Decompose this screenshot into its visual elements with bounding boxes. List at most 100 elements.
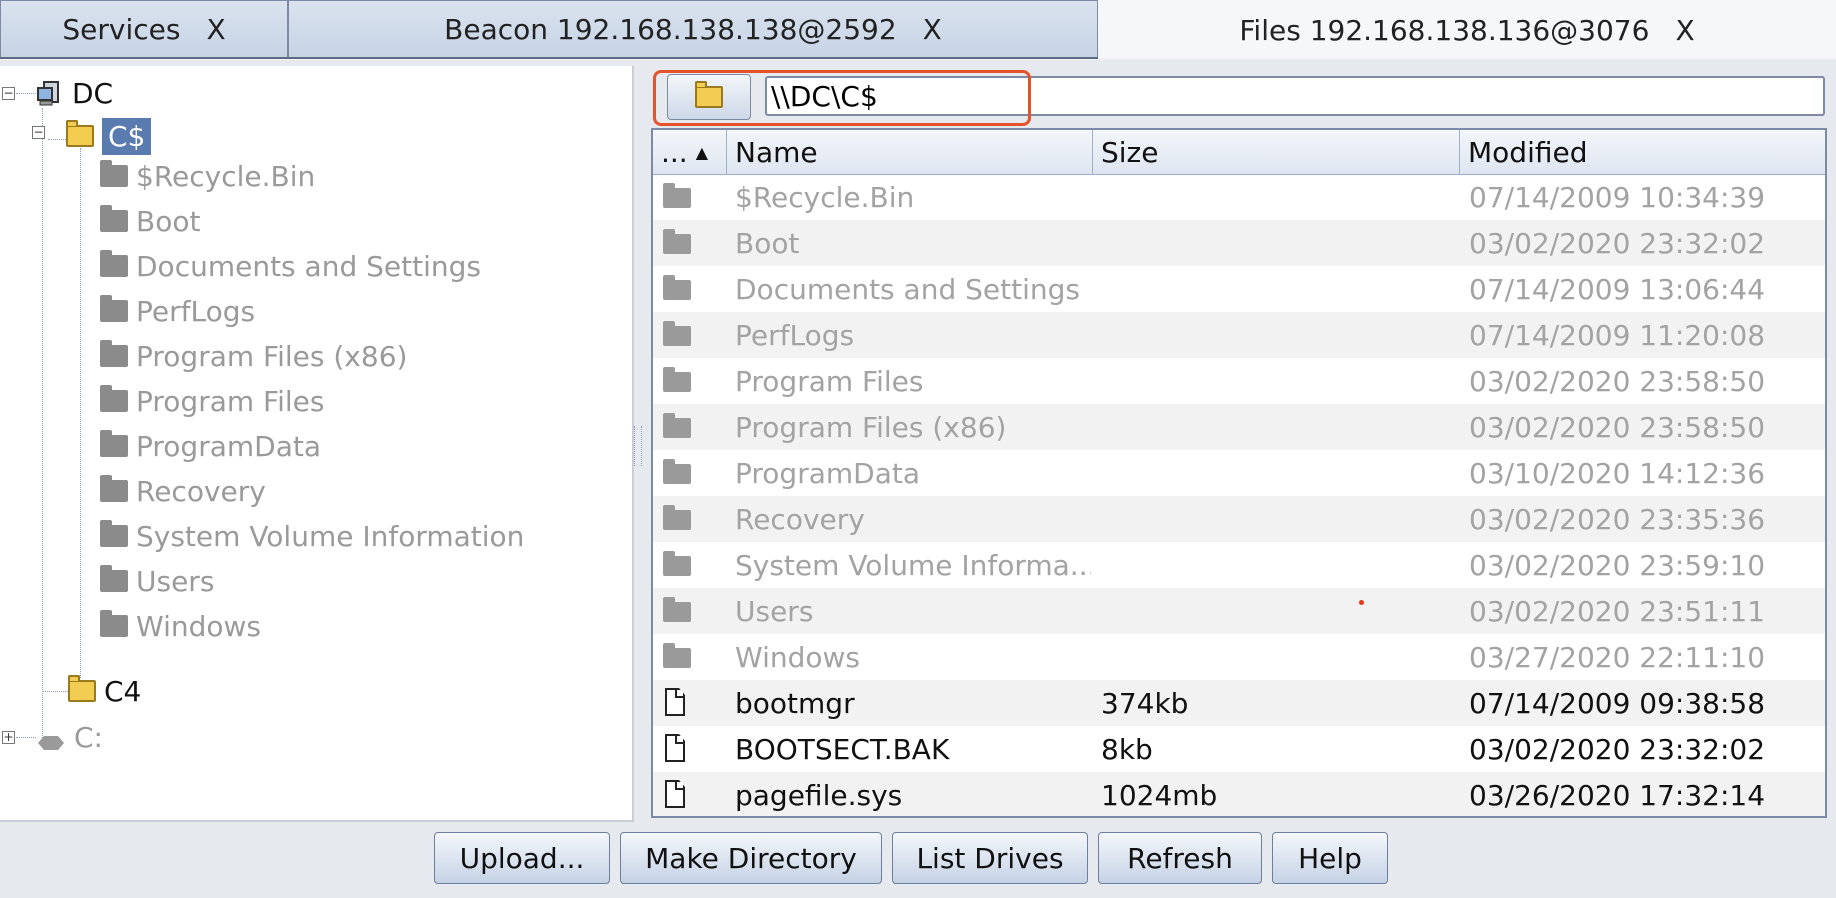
tree-line [48,139,68,140]
tree-item[interactable]: Program Files [100,381,324,421]
folder-icon [68,675,96,702]
table-row[interactable]: Program Files (x86) 03/02/2020 23:58:50 [653,404,1825,450]
cell-modified: 07/14/2009 11:20:08 [1469,318,1766,352]
folder-tree[interactable]: − DC − C$ $Recycle.Bin Boot Documents an… [0,66,634,822]
file-table[interactable]: ... ▲ Name Size Modified $Recycle.Bin 07/… [651,128,1827,818]
tree-item-label: Documents and Settings [136,249,481,283]
cell-name: Documents and Settings [735,272,1080,306]
folder-icon [100,205,128,232]
help-button[interactable]: Help [1272,832,1388,884]
tree-item-label: Recovery [136,474,266,508]
list-drives-button[interactable]: List Drives [892,832,1088,884]
tab-bar: Services X Beacon 192.168.138.138@2592 X… [0,0,1836,60]
tree-item[interactable]: System Volume Information [100,516,524,556]
tree-node-c4[interactable]: C4 [68,671,141,711]
cell-modified: 07/14/2009 10:34:39 [1469,180,1766,214]
table-row[interactable]: System Volume Informa... 03/02/2020 23:59… [653,542,1825,588]
table-row[interactable]: bootmgr 374kb 07/14/2009 09:38:58 [653,680,1825,726]
cell-name: Program Files [735,364,924,398]
table-row[interactable]: Documents and Settings 07/14/2009 13:06:4… [653,266,1825,312]
tree-item[interactable]: Windows [100,606,261,646]
browse-folder-button[interactable] [667,74,751,120]
path-input[interactable] [765,76,1825,116]
folder-icon [663,413,691,438]
tree-item[interactable]: $Recycle.Bin [100,156,315,196]
tree-item[interactable]: Recovery [100,471,266,511]
tree-item-label: PerfLogs [136,294,256,328]
tree-item[interactable]: Users [100,561,214,601]
tab-services[interactable]: Services X [0,0,288,58]
folder-icon [100,340,128,367]
close-icon[interactable]: X [923,13,942,46]
tree-node-label: DC [72,76,114,110]
table-row[interactable]: $Recycle.Bin 07/14/2009 10:34:39 [653,174,1825,220]
table-row[interactable]: Program Files 03/02/2020 23:58:50 [653,358,1825,404]
file-browser-pane: ... ▲ Name Size Modified $Recycle.Bin 07/… [634,66,1836,820]
collapse-icon[interactable]: − [2,87,15,100]
cell-modified: 03/02/2020 23:35:36 [1469,502,1766,536]
cell-size: 1024mb [1101,778,1218,812]
tree-node-drive[interactable]: C: [36,717,103,757]
cell-modified: 03/10/2020 14:12:36 [1469,456,1766,490]
tree-item[interactable]: Boot [100,201,200,241]
tree-node-dc[interactable]: DC [36,73,113,113]
tree-node-c-share[interactable]: C$ [66,116,152,156]
table-row[interactable]: pagefile.sys 1024mb 03/26/2020 17:32:14 [653,772,1825,816]
table-row[interactable]: Windows 03/27/2020 22:11:10 [653,634,1825,680]
cell-name: Recovery [735,502,865,536]
tree-item-label: Program Files [136,384,325,418]
column-header-modified[interactable]: Modified [1460,130,1825,174]
collapse-icon[interactable]: − [32,126,45,139]
folder-icon [663,275,691,300]
folder-icon [663,459,691,484]
close-icon[interactable]: X [1675,14,1694,47]
file-icon [665,780,685,808]
cell-name: Windows [735,640,860,674]
tree-item-label: Users [136,564,215,598]
cell-size: 374kb [1101,686,1189,720]
cell-name: System Volume Informa... [735,548,1091,582]
tree-item[interactable]: Program Files (x86) [100,336,407,376]
folder-icon [663,183,691,208]
cell-modified: 03/02/2020 23:51:11 [1469,594,1766,628]
tab-beacon[interactable]: Beacon 192.168.138.138@2592 X [288,0,1098,58]
drive-icon [36,727,66,750]
cell-modified: 03/02/2020 23:58:50 [1469,410,1766,444]
expand-icon[interactable]: + [2,731,15,744]
cell-modified: 03/27/2020 22:11:10 [1469,640,1766,674]
cursor-dot [1359,600,1364,605]
column-label: Size [1101,135,1159,169]
column-label: ... [661,135,688,169]
tree-item[interactable]: Documents and Settings [100,246,481,286]
upload-button[interactable]: Upload... [434,832,610,884]
column-header-size[interactable]: Size [1093,130,1460,174]
folder-icon [100,565,128,592]
table-row[interactable]: ProgramData 03/10/2020 14:12:36 [653,450,1825,496]
column-label: Name [735,135,818,169]
column-header-name[interactable]: Name [727,130,1093,174]
folder-icon [100,475,128,502]
table-row[interactable]: Recovery 03/02/2020 23:35:36 [653,496,1825,542]
folder-icon [100,610,128,637]
tree-line [16,93,36,94]
refresh-button[interactable]: Refresh [1098,832,1262,884]
tree-item[interactable]: ProgramData [100,426,321,466]
table-row[interactable]: Users 03/02/2020 23:51:11 [653,588,1825,634]
table-header: ... ▲ Name Size Modified [653,130,1825,175]
folder-icon [100,295,128,322]
cell-name: Boot [735,226,800,260]
path-bar [653,70,1835,126]
tree-item[interactable]: PerfLogs [100,291,255,331]
column-header-type[interactable]: ... ▲ [653,130,727,174]
table-row[interactable]: BOOTSECT.BAK 8kb 03/02/2020 23:32:02 [653,726,1825,772]
cell-modified: 03/02/2020 23:59:10 [1469,548,1766,582]
tab-files[interactable]: Files 192.168.138.136@3076 X [1098,0,1836,58]
table-row[interactable]: Boot 03/02/2020 23:32:02 [653,220,1825,266]
make-directory-button[interactable]: Make Directory [620,832,882,884]
close-icon[interactable]: X [206,13,225,46]
computer-icon [36,80,64,106]
cell-name: $Recycle.Bin [735,180,915,214]
table-row[interactable]: PerfLogs 07/14/2009 11:20:08 [653,312,1825,358]
file-icon [665,688,685,716]
splitter-handle[interactable] [634,426,642,466]
